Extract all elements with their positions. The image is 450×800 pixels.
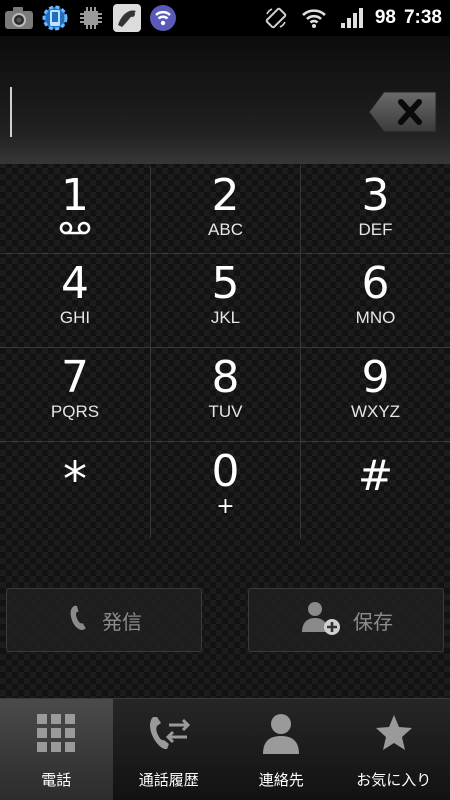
save-button[interactable]: 保存 xyxy=(248,588,444,652)
backspace-icon xyxy=(368,91,437,133)
text-cursor xyxy=(10,87,12,137)
tab-favorites[interactable]: お気に入り xyxy=(338,699,450,800)
key-letters: DEF xyxy=(358,220,393,239)
save-button-label: 保存 xyxy=(353,609,393,634)
bottom-tab-bar: 電話 通話履歴 連絡先 お気に入り xyxy=(0,698,450,800)
phone-handset-icon xyxy=(66,605,92,636)
voicemail-icon xyxy=(59,220,91,239)
tab-label: 通話履歴 xyxy=(138,771,199,789)
phone-number-input[interactable] xyxy=(10,86,350,138)
key-9[interactable]: 9 WXYZ xyxy=(300,348,450,442)
key-digit: 2 xyxy=(211,170,240,221)
add-contact-icon xyxy=(299,600,343,641)
camera-icon xyxy=(4,3,34,33)
key-digit: 3 xyxy=(361,170,390,221)
number-display xyxy=(0,36,450,164)
key-star[interactable]: * xyxy=(0,442,150,538)
chip-icon xyxy=(76,3,106,33)
key-digit: 0 xyxy=(211,446,240,497)
key-digit: 6 xyxy=(361,258,390,309)
clock: 7:38 xyxy=(403,7,442,28)
wifi-app-icon xyxy=(148,3,178,33)
key-4[interactable]: 4 GHI xyxy=(0,254,150,348)
key-digit: 4 xyxy=(61,258,89,309)
key-1[interactable]: 1 xyxy=(0,166,150,254)
key-digit: * xyxy=(63,452,87,508)
battery-level: 98 xyxy=(374,7,396,28)
tab-label: 連絡先 xyxy=(258,771,304,789)
key-6[interactable]: 6 MNO xyxy=(300,254,450,348)
key-letters: GHI xyxy=(59,308,91,327)
tab-label: 電話 xyxy=(41,771,72,789)
key-2[interactable]: 2 ABC xyxy=(150,166,300,254)
key-letters: PQRS xyxy=(50,402,100,421)
key-letters: MNO xyxy=(355,308,396,327)
key-digit: # xyxy=(357,451,394,500)
wifi-icon xyxy=(299,3,329,33)
key-letters: TUV xyxy=(208,402,243,421)
call-log-icon xyxy=(147,711,191,755)
key-digit: 7 xyxy=(61,352,89,403)
status-bar: 98 7:38 xyxy=(0,0,450,36)
key-letters: JKL xyxy=(210,308,241,327)
call-button-label: 発信 xyxy=(102,609,142,634)
notification-area[interactable] xyxy=(0,0,178,36)
tab-call-log[interactable]: 通話履歴 xyxy=(113,699,226,800)
key-digit: 9 xyxy=(361,352,390,403)
tab-label: お気に入り xyxy=(356,771,432,789)
key-digit: 8 xyxy=(211,352,240,403)
key-letters: WXYZ xyxy=(350,402,401,421)
key-digit: 1 xyxy=(61,170,89,221)
system-status: 98 7:38 xyxy=(261,0,450,36)
key-plus: + xyxy=(216,494,235,519)
key-hash[interactable]: # xyxy=(300,442,450,538)
key-7[interactable]: 7 PQRS xyxy=(0,348,150,442)
key-8[interactable]: 8 TUV xyxy=(150,348,300,442)
tab-contacts[interactable]: 連絡先 xyxy=(225,699,338,800)
dialpad: 1 2 ABC 3 DEF 4 GHI 5 JKL 6 MNO 7 PQRS 8… xyxy=(0,166,450,538)
signal-bars-icon xyxy=(337,3,367,33)
dialpad-grid-icon xyxy=(34,711,78,755)
screen-rotation-icon xyxy=(261,3,291,33)
tab-phone[interactable]: 電話 xyxy=(0,699,113,800)
star-icon xyxy=(372,711,416,755)
contact-person-icon xyxy=(259,711,303,755)
backspace-button[interactable] xyxy=(368,91,438,133)
call-button[interactable]: 発信 xyxy=(6,588,202,652)
key-3[interactable]: 3 DEF xyxy=(300,166,450,254)
key-digit: 5 xyxy=(211,258,240,309)
key-letters: ABC xyxy=(208,220,243,239)
app-icon xyxy=(112,3,142,33)
settings-gear-icon xyxy=(40,3,70,33)
key-0[interactable]: 0 + xyxy=(150,442,300,538)
key-5[interactable]: 5 JKL xyxy=(150,254,300,348)
